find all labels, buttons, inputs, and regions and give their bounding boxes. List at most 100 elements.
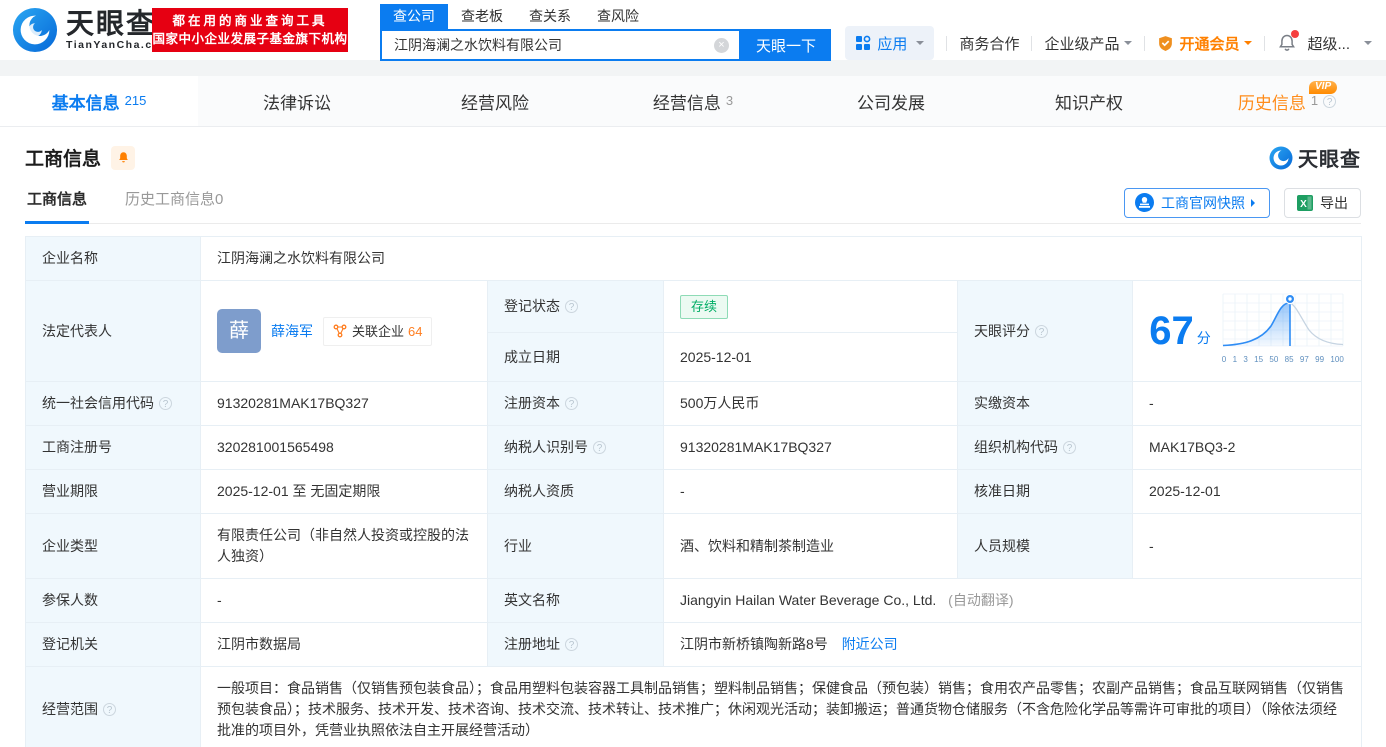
table-row: 登记机关 江阴市数据局 注册地址 江阴市新桥镇陶新路8号 附近公司 <box>26 623 1362 667</box>
crown-icon <box>1157 35 1174 52</box>
field-label: 参保人数 <box>26 579 201 623</box>
field-label: 行业 <box>488 514 664 579</box>
field-label: 纳税人资质 <box>488 470 664 514</box>
subscribe-bell-icon[interactable] <box>111 146 135 170</box>
field-label: 工商注册号 <box>26 426 201 470</box>
tab-operation-info[interactable]: 经营信息 3 <box>594 76 792 126</box>
official-snapshot-button[interactable]: 工商官网快照 <box>1124 188 1270 218</box>
menu-membership[interactable]: 开通会员 <box>1157 33 1252 54</box>
field-label: 法定代表人 <box>26 281 201 382</box>
search-tabs: 查公司 查老板 查关系 查风险 <box>380 4 831 29</box>
legal-rep-name-link[interactable]: 薛海军 <box>271 321 313 342</box>
table-row: 统一社会信用代码 91320281MAK17BQ327 注册资本 500万人民币… <box>26 382 1362 426</box>
tianyancha-logo-icon <box>12 7 58 53</box>
tab-intellectual-property[interactable]: 知识产权 <box>990 76 1188 126</box>
help-icon[interactable] <box>593 441 606 454</box>
legal-rep-avatar[interactable]: 薛 <box>217 309 261 353</box>
table-row: 企业类型 有限责任公司（非自然人投资或控股的法人独资） 行业 酒、饮料和精制茶制… <box>26 514 1362 579</box>
menu-user-label: 超级... <box>1307 33 1350 54</box>
score-distribution-chart: 0131550859799100 <box>1221 292 1345 370</box>
section-title: 工商信息 <box>25 144 101 171</box>
help-icon[interactable] <box>1063 441 1076 454</box>
tab-business-risk[interactable]: 经营风险 <box>396 76 594 126</box>
search-tab-boss[interactable]: 查老板 <box>448 4 516 29</box>
score-value: 67 <box>1149 311 1194 351</box>
search-input[interactable] <box>382 31 739 59</box>
field-label: 核准日期 <box>958 470 1133 514</box>
reg-authority-value: 江阴市数据局 <box>201 623 488 667</box>
field-label: 企业名称 <box>26 237 201 281</box>
tab-label: 基本信息 <box>52 89 120 114</box>
search-tab-risk[interactable]: 查风险 <box>584 4 652 29</box>
promo-banner: 都在用的商业查询工具 国家中小企业发展子基金旗下机构 <box>152 8 348 52</box>
credit-code-value: 91320281MAK17BQ327 <box>201 382 488 426</box>
notification-dot <box>1291 30 1299 38</box>
related-companies-badge[interactable]: 关联企业 64 <box>323 317 432 346</box>
table-row: 法定代表人 薛 薛海军 关联企业 <box>26 281 1362 333</box>
field-label: 营业期限 <box>26 470 201 514</box>
business-term-value: 2025-12-01 至 无固定期限 <box>201 470 488 514</box>
menu-user[interactable]: 超级... <box>1307 33 1372 54</box>
tianyancha-watermark: 天眼查 <box>1269 143 1361 172</box>
tab-legal-proceedings[interactable]: 法律诉讼 <box>198 76 396 126</box>
help-icon[interactable] <box>1323 95 1336 108</box>
triangle-right-icon <box>1251 199 1259 207</box>
export-button[interactable]: X 导出 <box>1284 188 1361 218</box>
menu-enterprise-label: 企业级产品 <box>1044 33 1119 54</box>
field-label: 注册资本 <box>488 382 664 426</box>
field-label: 成立日期 <box>488 333 664 382</box>
tab-label: 经营信息 <box>653 89 721 114</box>
clear-icon[interactable]: × <box>714 38 729 53</box>
taxpayer-quality-value: - <box>664 470 958 514</box>
help-icon[interactable] <box>1035 325 1048 338</box>
menu-enterprise[interactable]: 企业级产品 <box>1044 33 1132 54</box>
help-icon[interactable] <box>565 397 578 410</box>
menu-membership-label: 开通会员 <box>1179 33 1239 54</box>
score-axis-labels: 0131550859799100 <box>1221 348 1345 370</box>
industry-value: 酒、饮料和精制茶制造业 <box>664 514 958 579</box>
subtab-business-info[interactable]: 工商信息 <box>25 182 89 224</box>
help-icon[interactable] <box>103 703 116 716</box>
page-divider-strip <box>0 60 1386 76</box>
field-label: 纳税人识别号 <box>488 426 664 470</box>
tianyancha-logo[interactable]: 天眼查 TianYanCha.com <box>12 7 171 53</box>
establish-date-value: 2025-12-01 <box>664 333 958 382</box>
tab-basic-info[interactable]: 基本信息 215 <box>0 76 198 126</box>
tab-count: 1 <box>1311 93 1318 108</box>
help-icon[interactable] <box>159 397 172 410</box>
help-icon[interactable] <box>565 638 578 651</box>
tab-label: 法律诉讼 <box>263 89 331 114</box>
divider <box>1264 36 1265 51</box>
tab-history-info[interactable]: VIP 历史信息 1 <box>1188 76 1386 126</box>
related-companies-count: 64 <box>408 321 422 342</box>
auto-translate-note: (自动翻译) <box>948 592 1013 608</box>
field-label: 人员规模 <box>958 514 1133 579</box>
grid-icon <box>855 35 871 51</box>
related-companies-label: 关联企业 <box>352 321 404 342</box>
tab-label: 历史信息 <box>1238 89 1306 114</box>
tab-company-development[interactable]: 公司发展 <box>792 76 990 126</box>
top-header: 天眼查 TianYanCha.com 都在用的商业查询工具 国家中小企业发展子基… <box>0 0 1386 60</box>
field-label: 登记机关 <box>26 623 201 667</box>
search-tab-company[interactable]: 查公司 <box>380 4 448 29</box>
apps-menu[interactable]: 应用 <box>845 26 934 60</box>
table-row: 参保人数 - 英文名称 Jiangyin Hailan Water Bevera… <box>26 579 1362 623</box>
top-menu: 应用 商务合作 企业级产品 开通会员 <box>845 26 1372 60</box>
stamp-icon <box>1135 193 1154 212</box>
menu-cooperation[interactable]: 商务合作 <box>959 33 1019 54</box>
search-button[interactable]: 天眼一下 <box>741 29 831 61</box>
chevron-down-icon <box>1364 41 1372 49</box>
help-icon[interactable] <box>565 300 578 313</box>
section-tabs: 工商信息 历史工商信息0 工商官网快照 X <box>25 182 1361 224</box>
search-tab-relation[interactable]: 查关系 <box>516 4 584 29</box>
banner-line1: 都在用的商业查询工具 <box>152 12 348 30</box>
notification-bell-icon[interactable] <box>1277 33 1297 53</box>
tab-label: 经营风险 <box>461 89 529 114</box>
business-info-table: 企业名称 江阴海澜之水饮料有限公司 法定代表人 薛 薛海军 <box>25 236 1362 747</box>
company-nav: 基本信息 215 法律诉讼 经营风险 经营信息 3 公司发展 知识产权 VIP … <box>0 76 1386 127</box>
nearby-companies-link[interactable]: 附近公司 <box>842 636 898 652</box>
reg-status-value: 存续 <box>664 281 958 333</box>
subtab-history-business-info[interactable]: 历史工商信息0 <box>123 182 225 224</box>
company-name-value: 江阴海澜之水饮料有限公司 <box>201 237 1362 281</box>
table-row: 工商注册号 320281001565498 纳税人识别号 91320281MAK… <box>26 426 1362 470</box>
